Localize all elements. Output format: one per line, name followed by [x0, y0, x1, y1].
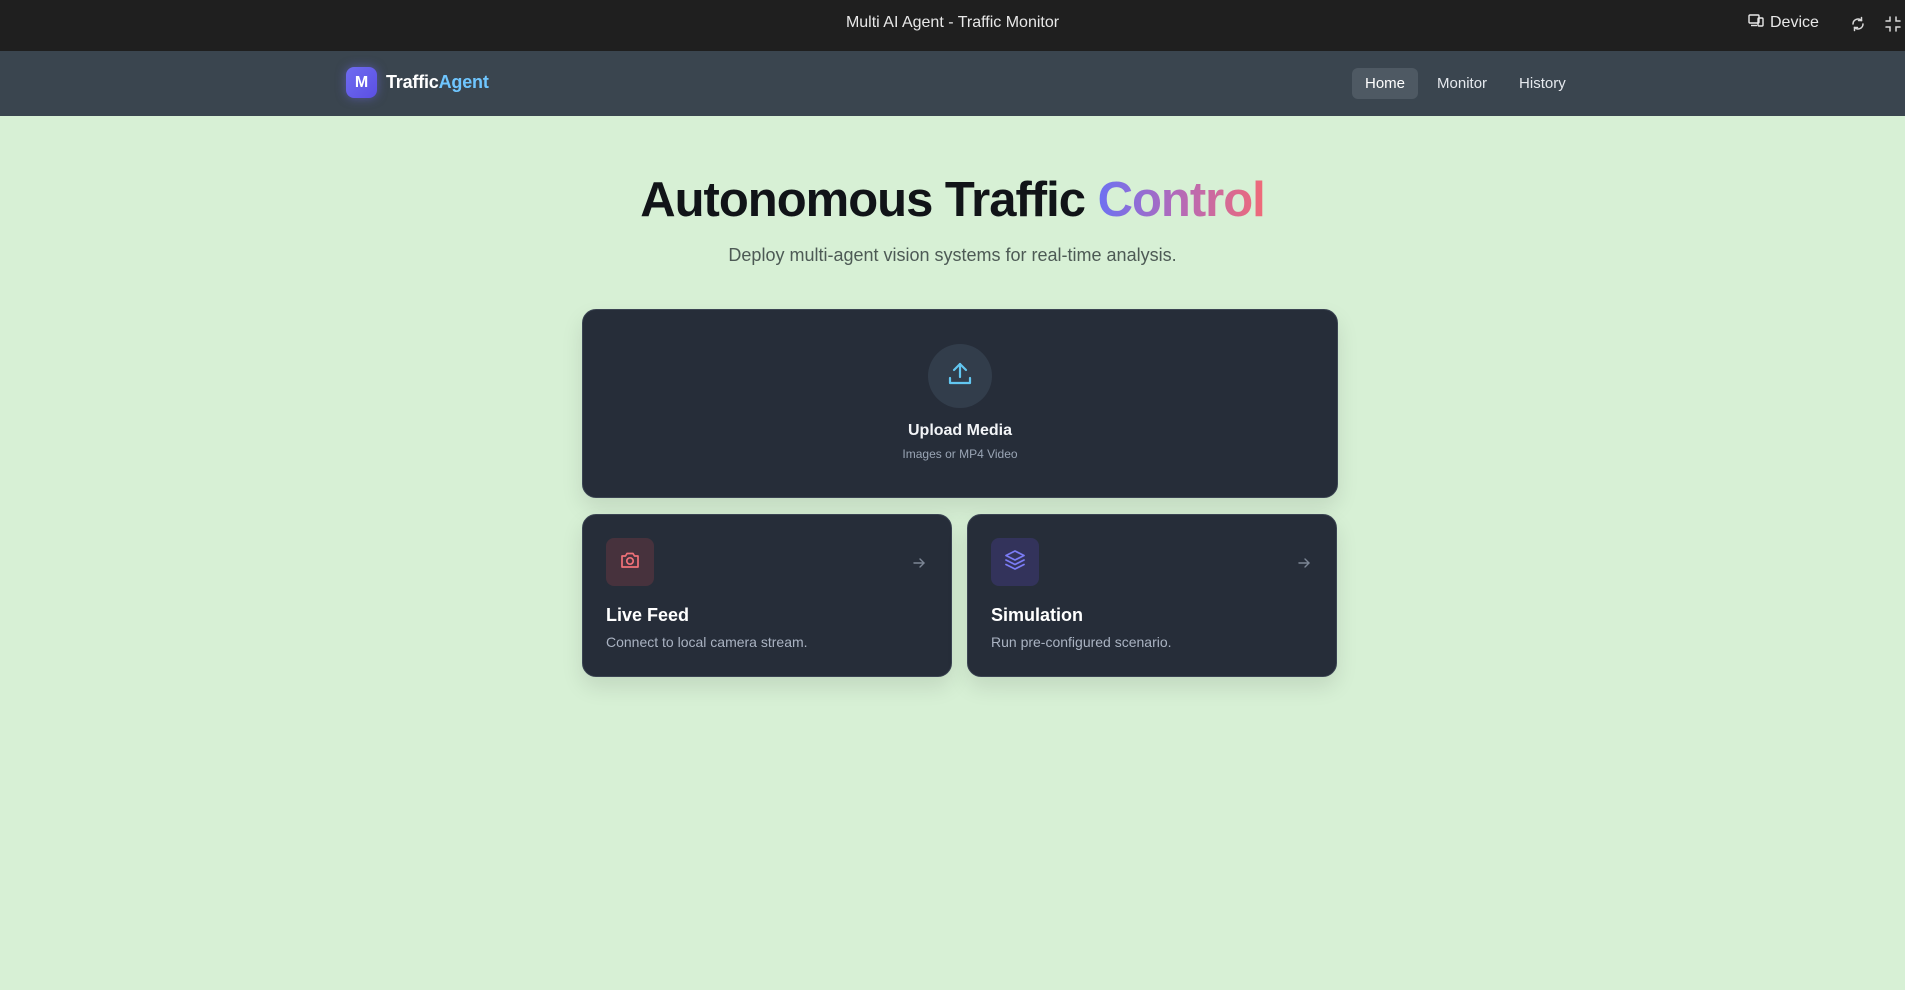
device-label: Device — [1770, 13, 1819, 31]
device-button[interactable]: Device — [1748, 13, 1819, 32]
camera-icon — [619, 549, 641, 576]
brand[interactable]: M TrafficAgent — [346, 67, 489, 98]
simulation-title: Simulation — [991, 605, 1084, 625]
live-feed-card[interactable]: Live Feed Connect to local camera stream… — [582, 514, 952, 677]
upload-title: Upload Media — [907, 422, 1012, 439]
live-feed-title: Live Feed — [606, 605, 690, 625]
rotate-icon[interactable] — [1849, 15, 1867, 33]
app-navbar: M TrafficAgent Home Monitor History — [0, 51, 1905, 116]
device-icon — [1748, 13, 1764, 32]
upload-icon-circle — [928, 344, 992, 408]
nav-link-history[interactable]: History — [1506, 68, 1579, 99]
simulation-subtitle: Run pre-configured scenario. — [991, 634, 1172, 650]
hero-title: Autonomous Traffic Control — [0, 172, 1905, 228]
upload-media-card[interactable]: Upload Media Images or MP4 Video — [582, 309, 1338, 498]
brand-name: TrafficAgent — [386, 72, 489, 93]
exit-fullscreen-icon[interactable] — [1884, 15, 1902, 33]
nav-link-monitor[interactable]: Monitor — [1424, 68, 1500, 99]
nav-links: Home Monitor History — [1352, 68, 1579, 99]
live-feed-icon-box — [606, 538, 654, 586]
hero-title-plain: Autonomous Traffic — [640, 173, 1086, 227]
layers-icon — [1003, 548, 1027, 577]
simulation-card[interactable]: Simulation Run pre-configured scenario. — [967, 514, 1337, 677]
arrow-right-icon — [911, 555, 927, 571]
brand-name-accent: Agent — [438, 72, 489, 92]
hero-subtitle: Deploy multi-agent vision systems for re… — [728, 245, 1177, 265]
simulation-icon-box — [991, 538, 1039, 586]
brand-logo: M — [346, 67, 377, 98]
window-title: Multi AI Agent - Traffic Monitor — [845, 14, 1060, 31]
nav-link-home[interactable]: Home — [1352, 68, 1419, 99]
live-feed-subtitle: Connect to local camera stream. — [606, 634, 808, 650]
window-titlebar: Multi AI Agent - Traffic Monitor Device — [0, 0, 1905, 51]
upload-icon — [946, 360, 974, 393]
arrow-right-icon — [1296, 555, 1312, 571]
hero-title-highlight: Control — [1097, 173, 1266, 227]
brand-name-primary: Traffic — [386, 72, 439, 92]
upload-subtitle: Images or MP4 Video — [902, 447, 1018, 461]
